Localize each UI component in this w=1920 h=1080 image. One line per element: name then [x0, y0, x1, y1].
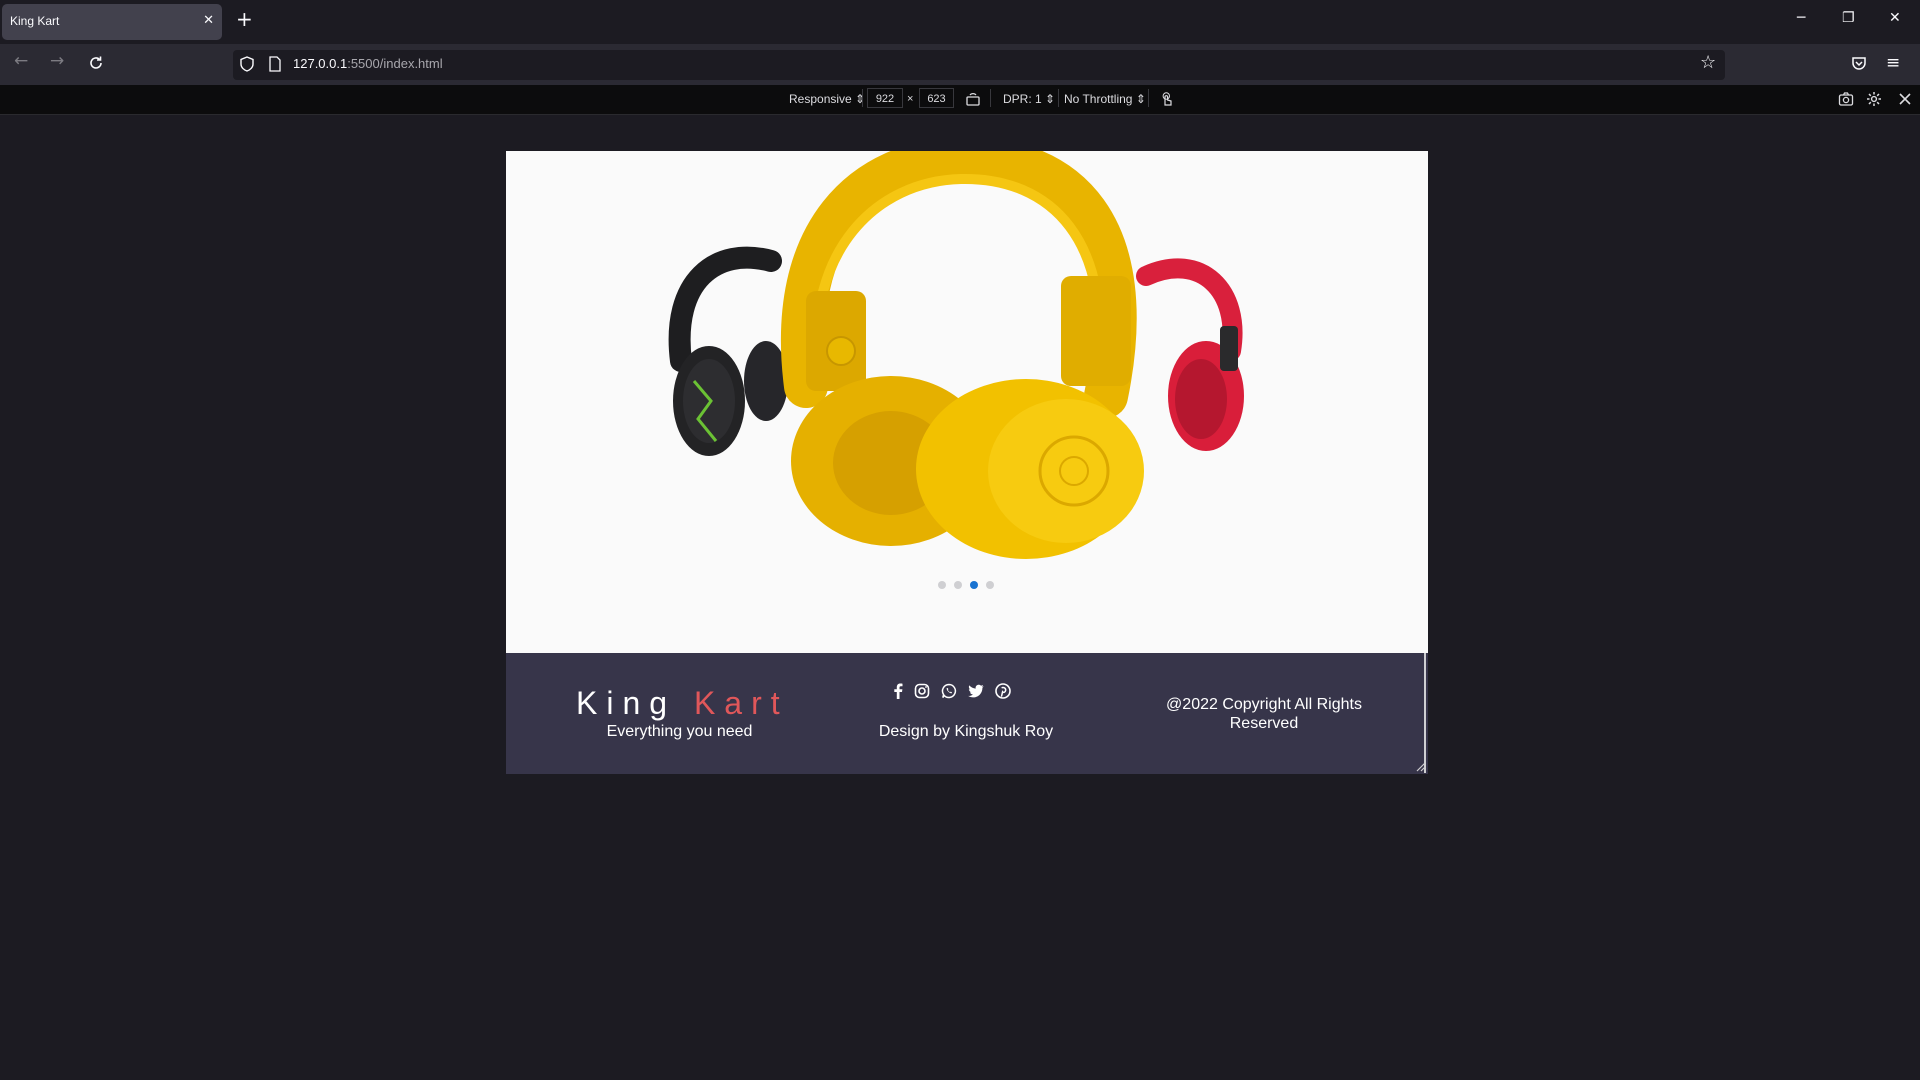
toolbar-divider — [990, 89, 991, 107]
shield-icon[interactable] — [240, 56, 254, 72]
carousel-dot-4[interactable] — [986, 581, 994, 589]
minimize-icon[interactable]: ─ — [1797, 10, 1805, 26]
whatsapp-icon[interactable] — [941, 683, 957, 699]
reload-icon[interactable] — [88, 55, 104, 71]
page-icon[interactable] — [269, 56, 281, 72]
touch-simulation-icon[interactable] — [1159, 91, 1175, 107]
bookmark-star-icon[interactable]: ☆ — [1700, 52, 1716, 73]
tab-close-icon[interactable]: ✕ — [203, 13, 214, 28]
carousel-dot-3[interactable] — [970, 581, 978, 589]
instagram-icon[interactable] — [914, 683, 930, 699]
restore-icon[interactable]: ❐ — [1842, 10, 1855, 26]
copyright-text: @2022 Copyright All Rights Reserved — [1166, 696, 1362, 732]
page-viewport: King Kart Everything you need Design by … — [506, 151, 1428, 774]
dpr-selector[interactable]: DPR: 1 ⇕ — [1003, 92, 1055, 106]
hamburger-menu-icon[interactable]: ≡ — [1886, 53, 1900, 73]
viewport-height-input[interactable]: 623 — [919, 88, 954, 108]
pocket-icon[interactable] — [1851, 55, 1867, 71]
designer-credit: Design by Kingshuk Roy — [878, 723, 1054, 740]
throttling-selector[interactable]: No Throttling ⇕ — [1064, 92, 1146, 106]
screenshot-icon[interactable] — [1838, 91, 1854, 107]
url-text[interactable]: 127.0.0.1:5500/index.html — [293, 56, 443, 71]
dimension-separator: × — [907, 93, 914, 105]
pinterest-icon[interactable] — [995, 683, 1011, 699]
headphones-image — [668, 151, 1244, 559]
close-rdm-icon[interactable] — [1897, 91, 1913, 107]
brand-first-word: King — [576, 685, 677, 721]
viewport-width-input[interactable]: 922 — [867, 88, 903, 108]
viewport-scrollbar[interactable] — [1424, 653, 1426, 773]
new-tab-button[interactable]: + — [236, 9, 253, 29]
responsive-toolbar — [0, 85, 1920, 115]
rotate-viewport-icon[interactable] — [965, 91, 981, 107]
toolbar-divider — [1148, 89, 1149, 107]
toolbar-divider — [1058, 89, 1059, 107]
browser-tab[interactable]: King Kart ✕ — [2, 4, 222, 40]
forward-icon[interactable]: → — [50, 53, 64, 70]
tab-title: King Kart — [10, 14, 60, 28]
settings-gear-icon[interactable] — [1866, 91, 1882, 107]
facebook-icon[interactable] — [890, 683, 906, 699]
brand-logo[interactable]: King Kart — [576, 685, 789, 722]
window-close-icon[interactable]: ✕ — [1889, 10, 1901, 26]
toolbar-divider — [862, 89, 863, 107]
device-selector[interactable]: Responsive ⇕ — [789, 92, 865, 106]
viewport-resize-handle[interactable] — [1414, 760, 1426, 772]
carousel-dot-2[interactable] — [954, 581, 962, 589]
brand-second-word: Kart — [693, 685, 789, 721]
back-icon[interactable]: ← — [14, 53, 28, 70]
twitter-icon[interactable] — [968, 683, 984, 699]
carousel-dot-1[interactable] — [938, 581, 946, 589]
url-bar[interactable] — [233, 50, 1725, 80]
site-footer: King Kart Everything you need Design by … — [506, 653, 1428, 774]
hero-carousel[interactable] — [506, 151, 1428, 653]
tab-strip: King Kart ✕ + ─ ❐ ✕ — [0, 0, 1920, 44]
